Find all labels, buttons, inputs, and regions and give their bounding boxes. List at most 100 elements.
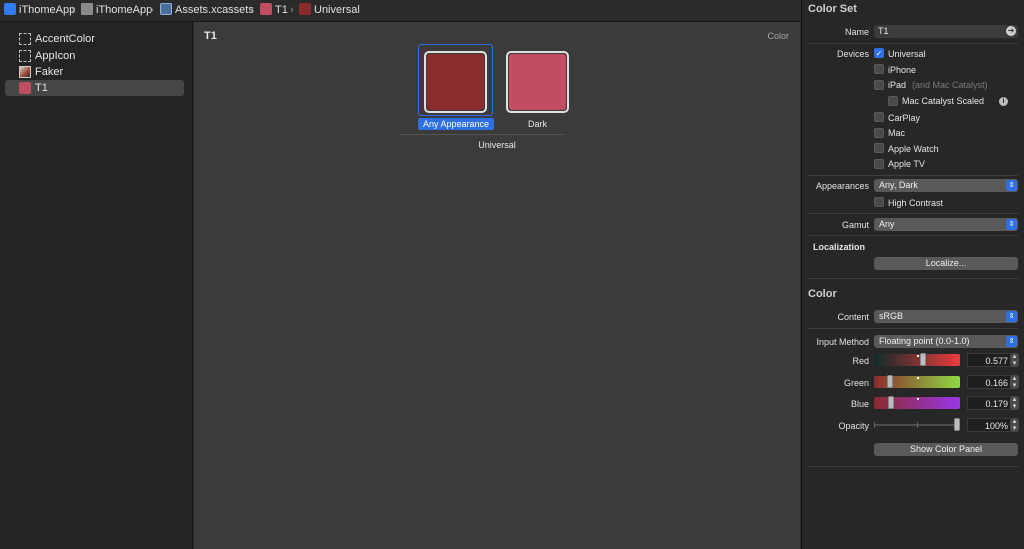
sidebar-item-label: AppIcon <box>35 50 76 62</box>
group-label: Universal <box>478 140 516 150</box>
green-slider[interactable] <box>874 375 960 388</box>
mac-checkbox[interactable] <box>874 128 884 138</box>
breadcrumb-project[interactable]: iThomeApp <box>4 0 75 21</box>
mac-label: Mac <box>888 128 906 138</box>
input-method-value: Floating point (0.0-1.0) <box>879 336 970 346</box>
sidebar-item-accentcolor[interactable]: AccentColor <box>5 31 184 47</box>
blue-stepper[interactable]: ▴ ▾ <box>1010 396 1019 410</box>
opacity-slider-knob[interactable] <box>954 418 960 431</box>
popup-arrows-icon: ⇕ <box>1006 180 1017 191</box>
blue-slider[interactable] <box>874 396 960 409</box>
slider-tick <box>874 422 875 428</box>
divider <box>399 134 565 135</box>
blue-label: Blue <box>850 399 869 409</box>
sidebar-item-label: AccentColor <box>35 33 95 45</box>
devices-label: Devices <box>836 49 869 59</box>
name-value: T1 <box>878 26 889 36</box>
ipad-note: (and Mac Catalyst) <box>912 80 988 90</box>
divider <box>808 278 1018 279</box>
chevron-right-icon: › <box>290 4 294 16</box>
attributes-inspector: Color Set Name T1 ➔ Devices ✓ Universal … <box>801 0 1024 549</box>
high-contrast-checkbox[interactable] <box>874 197 884 207</box>
opacity-value-field[interactable]: 100% <box>967 418 1014 432</box>
green-stepper[interactable]: ▴ ▾ <box>1010 375 1019 389</box>
iphone-checkbox[interactable] <box>874 64 884 74</box>
swatch-dark[interactable] <box>506 51 569 113</box>
sidebar-item-faker[interactable]: Faker <box>5 64 184 80</box>
iphone-label: iPhone <box>888 65 917 75</box>
apple-watch-checkbox[interactable] <box>874 143 884 153</box>
swatch-any-label[interactable]: Any Appearance <box>418 118 494 130</box>
info-icon[interactable]: i <box>999 97 1008 106</box>
asset-list-sidebar: AccentColor AppIcon Faker T1 <box>0 22 193 549</box>
opacity-stepper[interactable]: ▴ ▾ <box>1010 418 1019 432</box>
go-arrow-icon[interactable]: ➔ <box>1006 26 1016 36</box>
red-stepper[interactable]: ▴ ▾ <box>1010 353 1019 367</box>
appearances-popup[interactable]: Any, Dark ⇕ <box>874 179 1018 192</box>
gamut-value: Any <box>879 219 895 229</box>
swatch-any-appearance[interactable] <box>424 51 487 113</box>
divider <box>808 175 1018 176</box>
swatch-dark-label[interactable]: Dark <box>506 118 569 130</box>
image-set-icon <box>19 66 31 78</box>
asset-title: T1 <box>204 30 217 42</box>
blue-value-field[interactable]: 0.179 <box>967 396 1014 410</box>
carplay-checkbox[interactable] <box>874 112 884 122</box>
breadcrumb-bar: iThomeApp › iThomeApp › Assets.xcassets … <box>0 0 800 22</box>
ipad-checkbox[interactable] <box>874 80 884 90</box>
sidebar-item-appicon[interactable]: AppIcon <box>5 48 184 64</box>
name-label: Name <box>844 27 869 37</box>
section-title-color: Color <box>808 288 837 300</box>
appearances-value: Any, Dark <box>879 180 918 190</box>
opacity-slider[interactable] <box>874 418 960 431</box>
breadcrumb-assets[interactable]: Assets.xcassets <box>160 0 254 21</box>
breadcrumb-colorset[interactable]: T1 <box>260 0 288 21</box>
content-popup[interactable]: sRGB ⇕ <box>874 310 1018 323</box>
asset-type-label: Color <box>767 31 789 41</box>
color-swatch-icon <box>299 3 311 15</box>
xcode-project-icon <box>4 3 16 15</box>
apple-tv-checkbox[interactable] <box>874 159 884 169</box>
popup-arrows-icon: ⇕ <box>1006 311 1017 322</box>
red-slider-knob[interactable] <box>920 353 926 366</box>
red-value-field[interactable]: 0.577 <box>967 353 1014 367</box>
green-label: Green <box>843 378 869 388</box>
asset-canvas: T1 Color Any Appearance Dark Universal <box>194 22 800 549</box>
blue-slider-knob[interactable] <box>888 396 894 409</box>
apple-watch-label: Apple Watch <box>888 144 939 154</box>
gamut-popup[interactable]: Any ⇕ <box>874 218 1018 231</box>
color-swatch-icon <box>260 3 272 15</box>
input-method-label: Input Method <box>816 337 869 347</box>
chevron-right-icon: › <box>150 4 154 16</box>
breadcrumb-appearance[interactable]: Universal <box>299 0 360 21</box>
opacity-label: Opacity <box>838 421 869 431</box>
slider-marker <box>917 398 919 400</box>
divider <box>808 213 1018 214</box>
breadcrumb-folder[interactable]: iThomeApp <box>81 0 152 21</box>
appicon-set-icon <box>19 50 31 62</box>
universal-label: Universal <box>888 49 926 59</box>
color-swatch-icon <box>19 82 31 94</box>
red-slider[interactable] <box>874 353 960 366</box>
ipad-label: iPad <box>888 80 907 90</box>
green-slider-knob[interactable] <box>887 375 893 388</box>
localization-title: Localization <box>813 242 866 252</box>
mac-catalyst-scaled-checkbox[interactable] <box>888 96 898 106</box>
appearances-label: Appearances <box>815 181 869 191</box>
content-value: sRGB <box>879 311 904 321</box>
divider <box>808 466 1018 467</box>
asset-catalog-icon <box>160 3 172 15</box>
divider <box>808 43 1018 44</box>
name-field[interactable]: T1 ➔ <box>874 25 1018 38</box>
input-method-popup[interactable]: Floating point (0.0-1.0) ⇕ <box>874 335 1018 348</box>
green-value-field[interactable]: 0.166 <box>967 375 1014 389</box>
show-color-panel-button[interactable]: Show Color Panel <box>874 443 1018 456</box>
sidebar-item-label: Faker <box>35 66 64 78</box>
swatch-dark-fill <box>509 54 566 110</box>
section-title-color-set: Color Set <box>808 3 857 15</box>
mac-catalyst-scaled-label: Mac Catalyst Scaled <box>902 96 985 106</box>
sidebar-item-t1[interactable]: T1 <box>5 80 184 96</box>
localize-button[interactable]: Localize... <box>874 257 1018 270</box>
universal-checkbox[interactable]: ✓ <box>874 48 884 58</box>
popup-arrows-icon: ⇕ <box>1006 336 1017 347</box>
